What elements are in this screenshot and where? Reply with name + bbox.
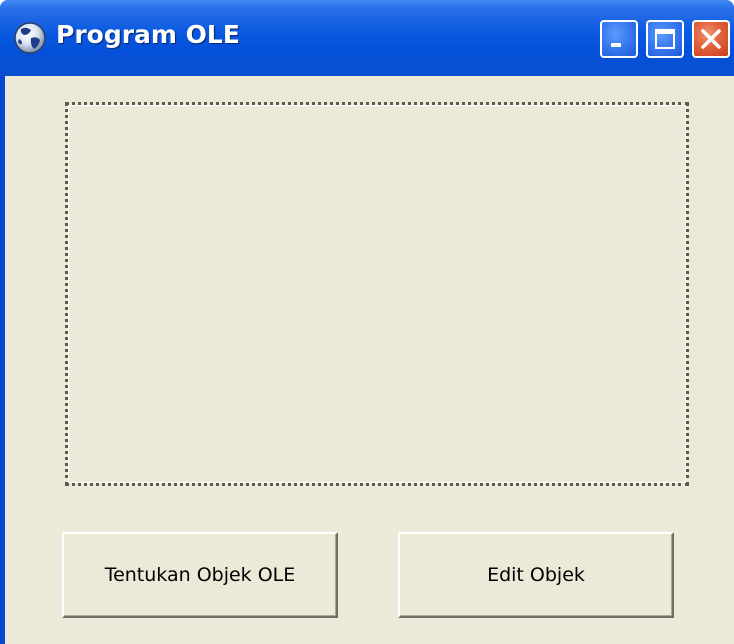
close-button[interactable] xyxy=(692,20,730,58)
minimize-button[interactable] xyxy=(600,20,638,58)
title-bar[interactable]: Program OLE xyxy=(0,0,734,76)
edit-object-button[interactable]: Edit Objek xyxy=(398,532,674,618)
insert-ole-object-button[interactable]: Tentukan Objek OLE xyxy=(62,532,338,618)
form-client-area: Tentukan Objek OLE Edit Objek xyxy=(5,76,734,644)
app-window: Program OLE Tentukan Objek OLE Edit Obje… xyxy=(0,0,734,644)
ole-container-frame[interactable] xyxy=(65,102,689,486)
maximize-button[interactable] xyxy=(646,20,684,58)
window-title: Program OLE xyxy=(56,20,240,49)
globe-icon[interactable] xyxy=(10,18,50,58)
